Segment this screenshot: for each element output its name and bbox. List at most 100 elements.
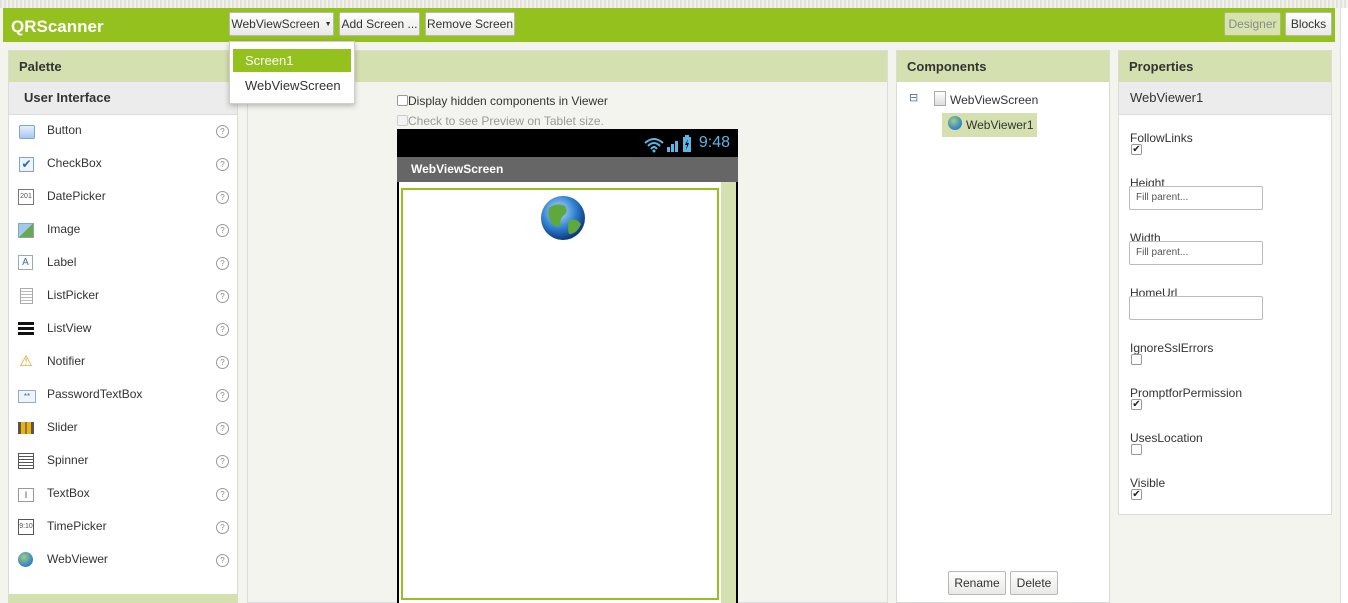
help-icon[interactable]: ? xyxy=(216,455,229,468)
status-bar: 9:48 xyxy=(397,129,738,157)
tree-collapse-icon[interactable]: ⊟ xyxy=(909,91,918,104)
tablet-preview-label: Check to see Preview on Tablet size. xyxy=(408,114,604,128)
add-screen-button[interactable]: Add Screen ... xyxy=(339,12,420,36)
datepicker-icon: 201 xyxy=(18,189,34,205)
dropdown-item-screen1[interactable]: Screen1 xyxy=(233,49,351,72)
prop-width-input[interactable]: Fill parent... xyxy=(1129,241,1263,265)
help-icon[interactable]: ? xyxy=(216,488,229,501)
palette-panel: Palette User Interface Button? ✔ CheckBox?… xyxy=(8,50,238,603)
palette-item-slider[interactable]: Slider? xyxy=(9,412,237,445)
help-icon[interactable]: ? xyxy=(216,323,229,336)
prop-followlinks-checkbox[interactable]: ✔ xyxy=(1131,144,1142,155)
screen-icon xyxy=(934,91,946,106)
prop-label-visible: Visible xyxy=(1130,476,1166,490)
palette-item-label: Spinner xyxy=(47,453,89,467)
screen-select-button[interactable]: WebViewScreen ▼ xyxy=(229,12,334,36)
palette-item-label: ListView xyxy=(47,321,92,335)
palette-item-label: WebViewer xyxy=(47,552,108,566)
palette-item-label: Slider xyxy=(47,420,78,434)
remove-screen-button[interactable]: Remove Screen xyxy=(425,12,515,36)
help-icon[interactable]: ? xyxy=(216,191,229,204)
top-decor-strip xyxy=(0,0,1348,8)
palette-item-label: Image xyxy=(47,222,81,236)
prop-visible-checkbox[interactable]: ✔ xyxy=(1131,489,1142,500)
delete-button[interactable]: Delete xyxy=(1010,571,1058,595)
palette-item-label: PasswordTextBox xyxy=(47,387,143,401)
tree-child-label: WebViewer1 xyxy=(966,118,1034,132)
phone-mockup: 9:48 WebViewScreen xyxy=(397,129,738,603)
prop-label-useslocation: UsesLocation xyxy=(1130,431,1203,445)
help-icon[interactable]: ? xyxy=(216,422,229,435)
help-icon[interactable]: ? xyxy=(216,290,229,303)
help-icon[interactable]: ? xyxy=(216,356,229,369)
prop-label-ignoresslerrors: IgnoreSslErrors xyxy=(1130,341,1214,355)
palette-category-user-interface[interactable]: User Interface xyxy=(9,82,237,115)
screen-dropdown-menu: Screen1 WebViewScreen xyxy=(229,41,355,104)
help-icon[interactable]: ? xyxy=(216,125,229,138)
display-hidden-checkbox[interactable] xyxy=(397,95,408,106)
page-scrollbar[interactable] xyxy=(1340,8,1348,603)
palette-item-spinner[interactable]: Spinner? xyxy=(9,445,237,478)
help-icon[interactable]: ? xyxy=(216,158,229,171)
palette-item-listview[interactable]: ListView? xyxy=(9,313,237,346)
designer-button[interactable]: Designer xyxy=(1224,12,1281,36)
tree-item-webviewscreen[interactable]: WebViewScreen xyxy=(934,91,1038,107)
label-icon: A xyxy=(18,255,34,271)
help-icon[interactable]: ? xyxy=(216,521,229,534)
palette-item-label: Label xyxy=(47,255,77,269)
prop-label-followlinks: FollowLinks xyxy=(1130,131,1193,145)
display-hidden-option[interactable]: Display hidden components in Viewer xyxy=(397,94,608,108)
chevron-down-icon: ▼ xyxy=(324,20,332,28)
webviewer-icon xyxy=(948,116,962,130)
checkbox-icon: ✔ xyxy=(18,156,34,172)
palette-item-listpicker[interactable]: ListPicker? xyxy=(9,280,237,313)
blocks-button[interactable]: Blocks xyxy=(1285,12,1332,36)
top-bar xyxy=(3,8,1335,42)
palette-item-textbox[interactable]: I TextBox? xyxy=(9,478,237,511)
prop-height-input[interactable]: Fill parent... xyxy=(1129,186,1263,210)
prop-promptforpermission-checkbox[interactable]: ✔ xyxy=(1131,399,1142,410)
spinner-icon xyxy=(18,453,34,469)
screen-select-label: WebViewScreen xyxy=(231,17,320,31)
palette-item-notifier[interactable]: ⚠ Notifier? xyxy=(9,346,237,379)
palette-item-timepicker[interactable]: 9:10 TimePicker? xyxy=(9,511,237,544)
help-icon[interactable]: ? xyxy=(216,224,229,237)
palette-item-label[interactable]: A Label? xyxy=(9,247,237,280)
textbox-icon: I xyxy=(18,486,34,502)
dropdown-item-webviewscreen[interactable]: WebViewScreen xyxy=(233,74,351,97)
globe-icon xyxy=(541,196,585,240)
palette-item-image[interactable]: Image? xyxy=(9,214,237,247)
palette-item-label: TimePicker xyxy=(47,519,107,533)
screen-title-bar: WebViewScreen xyxy=(397,157,738,182)
prop-homeurl-input[interactable] xyxy=(1129,296,1263,320)
palette-item-label: Button xyxy=(47,123,82,137)
palette-item-checkbox[interactable]: ✔ CheckBox? xyxy=(9,148,237,181)
prop-useslocation-checkbox[interactable] xyxy=(1131,444,1142,455)
screen-scroll-strip[interactable] xyxy=(721,182,736,603)
palette-item-label: CheckBox xyxy=(47,156,102,170)
palette-item-label: DatePicker xyxy=(47,189,106,203)
tablet-preview-checkbox[interactable] xyxy=(397,115,408,126)
tablet-preview-option[interactable]: Check to see Preview on Tablet size. xyxy=(397,114,604,128)
rename-button[interactable]: Rename xyxy=(948,571,1006,595)
listview-icon xyxy=(18,321,34,337)
tree-item-webviewer1[interactable]: WebViewer1 xyxy=(942,113,1037,137)
screen-canvas xyxy=(399,182,736,603)
components-title: Components xyxy=(897,51,1109,82)
selected-component-name: WebViewer1 xyxy=(1119,82,1331,115)
palette-item-webviewer[interactable]: WebViewer? xyxy=(9,544,237,577)
palette-item-datepicker[interactable]: 201 DatePicker? xyxy=(9,181,237,214)
help-icon[interactable]: ? xyxy=(216,257,229,270)
prop-ignoresslerrors-checkbox[interactable] xyxy=(1131,354,1142,365)
webviewer-icon xyxy=(18,552,34,568)
help-icon[interactable]: ? xyxy=(216,554,229,567)
palette-item-label: TextBox xyxy=(47,486,90,500)
help-icon[interactable]: ? xyxy=(216,389,229,402)
palette-title: Palette xyxy=(9,51,237,82)
battery-icon xyxy=(683,135,691,152)
palette-item-button[interactable]: Button? xyxy=(9,115,237,148)
palette-item-passwordtextbox[interactable]: ** PasswordTextBox? xyxy=(9,379,237,412)
palette-next-category[interactable] xyxy=(8,594,238,603)
properties-panel: Properties WebViewer1 FollowLinks ✔ Height… xyxy=(1118,50,1332,515)
webviewer-component[interactable] xyxy=(401,188,719,600)
